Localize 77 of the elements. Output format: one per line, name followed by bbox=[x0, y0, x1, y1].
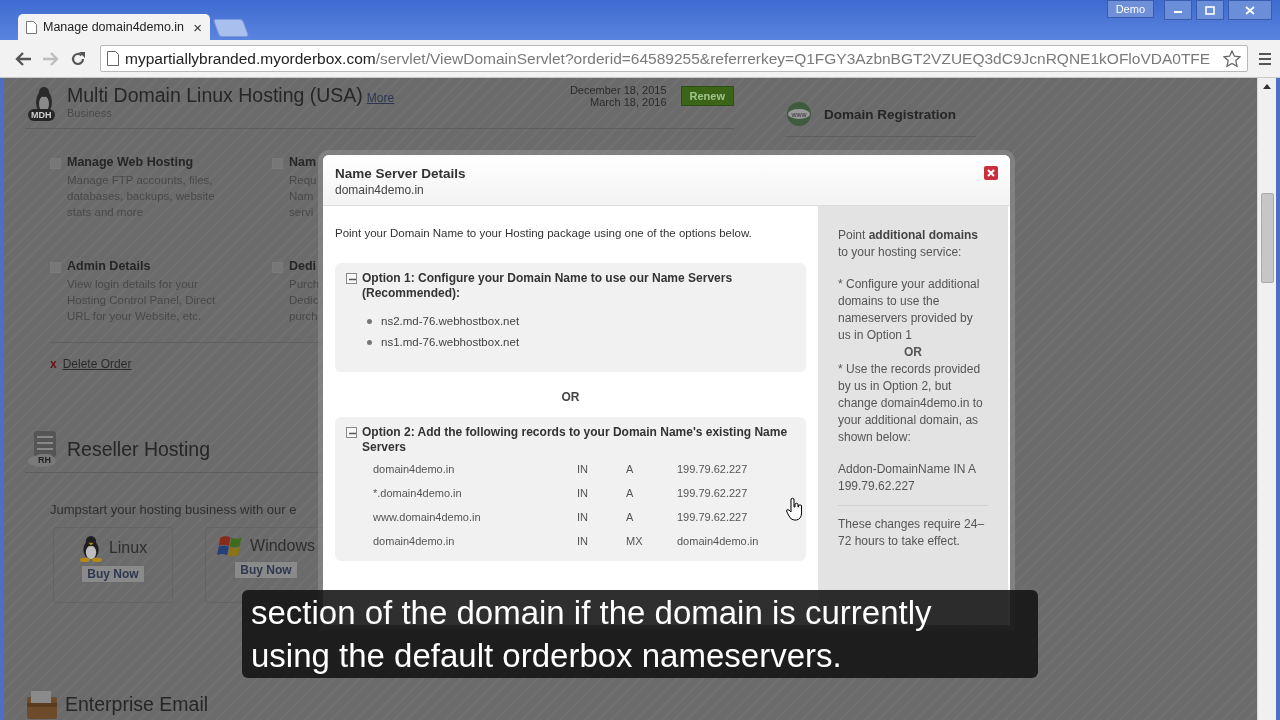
option-title: Option 2: Add the following records to your Domain Name's existing Name Servers bbox=[362, 425, 789, 455]
page-icon bbox=[107, 51, 119, 66]
record-type: A bbox=[626, 463, 635, 475]
record-host: *.domain4demo.in bbox=[373, 487, 463, 499]
tab-close-button[interactable]: × bbox=[193, 18, 202, 36]
hand-cursor-icon bbox=[786, 497, 803, 521]
record-host: www.domain4demo.in bbox=[373, 511, 482, 523]
close-icon bbox=[1245, 5, 1255, 15]
date-text: December 18, 2015 bbox=[569, 84, 667, 96]
record-class: IN bbox=[577, 511, 589, 523]
record-class: IN bbox=[577, 487, 589, 499]
penguin-icon bbox=[78, 534, 103, 562]
nameserver-text: ns1.md-76.webhostbox.net bbox=[381, 336, 520, 348]
help-note: These changes require 24–72 hours to take effect. bbox=[838, 516, 986, 550]
back-icon[interactable] bbox=[14, 50, 32, 67]
action-link[interactable]: Manage Web Hosting bbox=[67, 155, 235, 169]
help-text: * Configure your additional domains to use the nameservers provided by us in Option 1 bbox=[838, 276, 981, 344]
maximize-button[interactable] bbox=[1196, 0, 1224, 20]
delete-order-link[interactable]: Delete Order bbox=[62, 356, 132, 371]
section-title: Reseller Hosting bbox=[67, 437, 211, 461]
collapse-icon[interactable] bbox=[346, 427, 357, 438]
example-record: Addon-DomainName IN A 199.79.62.227 bbox=[838, 461, 988, 506]
section-title: Enterprise Email bbox=[65, 692, 209, 716]
nameserver-text: ns2.md-76.webhostbox.net bbox=[381, 315, 520, 327]
record-type: A bbox=[626, 511, 635, 523]
collapse-icon[interactable] bbox=[346, 273, 357, 284]
maximize-icon bbox=[1205, 5, 1215, 15]
record-value: domain4demo.in bbox=[677, 535, 760, 547]
buy-now-button[interactable]: Buy Now bbox=[81, 565, 145, 583]
action-link[interactable]: Nam bbox=[289, 155, 323, 169]
bullet bbox=[367, 318, 372, 324]
browser-tab[interactable]: Manage domain4demo.in × bbox=[18, 14, 210, 40]
scroll-thumb[interactable] bbox=[1261, 193, 1274, 283]
record-value: 199.79.62.227 bbox=[677, 487, 749, 499]
menu-icon[interactable] bbox=[1258, 51, 1272, 66]
record-value: 199.79.62.227 bbox=[677, 511, 749, 523]
scrollbar[interactable] bbox=[1257, 78, 1276, 720]
caption-line: using the default orderbox nameservers. bbox=[251, 636, 843, 676]
plan-name: Windows bbox=[250, 537, 315, 555]
or-separator: OR bbox=[903, 344, 923, 361]
dialog-intro: Point your Domain Name to your Hosting package using one of the options below. bbox=[335, 227, 753, 239]
mailbox-icon bbox=[25, 689, 59, 719]
dialog-subtitle: domain4demo.in bbox=[335, 183, 425, 197]
plan-name: Linux bbox=[108, 539, 148, 557]
scroll-up-icon[interactable] bbox=[1263, 84, 1271, 89]
action-link[interactable]: Admin Details bbox=[67, 258, 235, 273]
close-icon[interactable] bbox=[984, 166, 998, 180]
dialog-title: Name Server Details bbox=[335, 166, 467, 181]
product-title: Multi Domain Linux Hosting (USA) bbox=[67, 84, 363, 106]
action-link[interactable]: Dedi bbox=[289, 258, 323, 273]
minimize-button[interactable] bbox=[1164, 0, 1192, 20]
record-class: IN bbox=[577, 463, 589, 475]
or-separator: OR bbox=[560, 390, 581, 404]
help-text: Point additional domains to your hosting service: bbox=[838, 227, 980, 261]
record-type: MX bbox=[626, 535, 644, 547]
record-type: A bbox=[626, 487, 635, 499]
record-host: domain4demo.in bbox=[373, 535, 456, 547]
buy-now-button[interactable]: Buy Now bbox=[234, 561, 298, 579]
address-bar[interactable]: mypartiallybranded.myorderbox.com/servlet/ViewDomainServlet?orderid=64589255&referrerkey=Q1FGY3AzbnBGT2VZUEQ3dC9JcnRQNE1kOFloVDA0TFE bbox=[100, 45, 1248, 72]
caption-line: section of the domain if the domain is currently bbox=[251, 593, 933, 633]
more-link[interactable]: More bbox=[366, 91, 395, 105]
renew-button[interactable]: Renew bbox=[680, 86, 734, 106]
reload-icon[interactable] bbox=[70, 50, 86, 67]
date-text: March 18, 2016 bbox=[589, 96, 667, 108]
delete-mark: x bbox=[50, 356, 57, 371]
user-label: Demo bbox=[1106, 0, 1154, 18]
record-class: IN bbox=[577, 535, 589, 547]
star-icon[interactable] bbox=[1223, 49, 1241, 68]
sidebar-item[interactable]: Domain Registration bbox=[824, 106, 956, 122]
page-icon bbox=[26, 20, 37, 34]
help-text: * Use the records provided by us in Option 2, but change domain4demo.in to your additional domain, as shown below: bbox=[838, 361, 984, 446]
bullet bbox=[367, 339, 372, 345]
option-title: Option 1: Configure your Domain Name to use our Name Servers (Recommended): bbox=[362, 271, 734, 301]
close-button[interactable] bbox=[1228, 0, 1272, 20]
record-value: 199.79.62.227 bbox=[677, 463, 749, 475]
section-intro: Jumpstart your hosting business with our e bbox=[49, 501, 298, 517]
record-host: domain4demo.in bbox=[373, 463, 456, 475]
